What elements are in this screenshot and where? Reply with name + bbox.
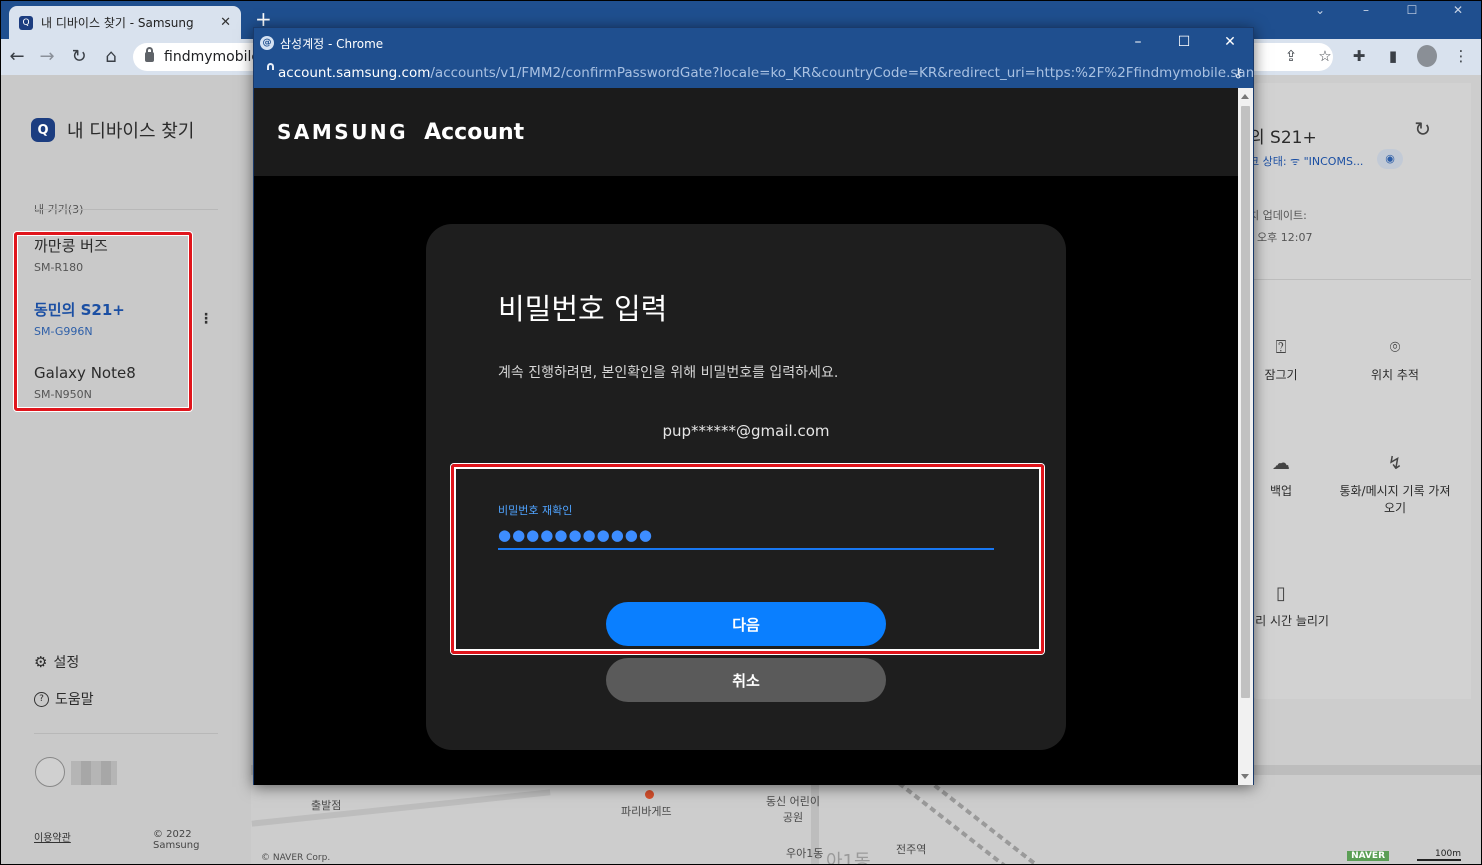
address-text: findmymobile bbox=[164, 49, 260, 65]
samsung-account-page: SAMSUNG Account 비밀번호 입력 계속 진행하려면, 본인확인을 … bbox=[254, 88, 1238, 785]
account-wordmark: Account bbox=[424, 120, 525, 145]
map-district-label: 아1동 bbox=[826, 851, 871, 864]
divider bbox=[34, 733, 218, 734]
user-name-blurred bbox=[71, 761, 117, 785]
device-title: 의 S21+ bbox=[1249, 128, 1317, 148]
close-icon[interactable]: ✕ bbox=[1435, 1, 1481, 23]
map-pin-icon bbox=[645, 790, 654, 799]
popup-window-controls: – ☐ ✕ bbox=[1115, 28, 1253, 58]
page-title: 비밀번호 입력 bbox=[498, 292, 668, 326]
close-icon[interactable]: ✕ bbox=[1207, 28, 1253, 58]
map-attribution: © NAVER Corp. bbox=[261, 853, 331, 863]
retrieve-calls-action[interactable]: ↯ 통화/메시지 기록 가져오기 bbox=[1335, 453, 1455, 516]
map-place-label: 파리바게뜨 bbox=[621, 805, 672, 818]
maximize-icon[interactable]: ☐ bbox=[1389, 1, 1435, 23]
user-avatar[interactable] bbox=[35, 757, 65, 787]
password-key-icon[interactable]: ⚷ bbox=[1233, 66, 1243, 81]
profile-avatar[interactable] bbox=[1417, 45, 1437, 67]
app-brand: Q 내 디바이스 찾기 bbox=[31, 117, 194, 143]
forward-arrow-icon[interactable]: → bbox=[35, 45, 59, 69]
map-place-label: 전주역 bbox=[896, 843, 927, 856]
map-road bbox=[251, 789, 551, 827]
minimize-icon[interactable]: – bbox=[1115, 28, 1161, 58]
refresh-icon[interactable]: ↻ bbox=[1414, 117, 1431, 141]
browser-window-controls: ⌄ – ☐ ✕ bbox=[1297, 1, 1481, 23]
url-host: account.samsung.com bbox=[278, 65, 431, 81]
location-update-label: 치 업데이트: bbox=[1249, 209, 1307, 222]
settings-link[interactable]: ⚙ 설정 bbox=[34, 652, 79, 672]
divider bbox=[1249, 279, 1471, 280]
signal-icon: ◉ bbox=[1377, 149, 1403, 169]
screenshot-frame: Q 내 디바이스 찾기 - Samsung ✕ + ⌄ – ☐ ✕ ← → ↻ … bbox=[1, 1, 1481, 864]
network-status: 크 상태: ᯤ "INCOMS... bbox=[1249, 155, 1364, 168]
find-my-mobile-logo-icon: Q bbox=[31, 118, 55, 142]
extensions-puzzle-icon[interactable]: ✚ bbox=[1349, 47, 1369, 65]
bookmark-star-icon[interactable]: ☆ bbox=[1315, 47, 1335, 65]
track-action-label: 위치 추적 bbox=[1371, 368, 1419, 382]
menu-kebab-icon[interactable]: ⋮ bbox=[1451, 47, 1471, 65]
scroll-thumb[interactable] bbox=[1241, 106, 1250, 698]
popup-window-title: 삼성계정 - Chrome bbox=[280, 36, 384, 51]
minimize-icon[interactable]: – bbox=[1343, 1, 1389, 23]
maximize-icon[interactable]: ☐ bbox=[1161, 28, 1207, 58]
help-question-icon: ? bbox=[34, 691, 49, 707]
lock-icon bbox=[145, 47, 154, 62]
toolbar-actions: ⇪ ☆ ✚ ▮ ⋮ bbox=[1281, 45, 1471, 67]
app-title: 내 디바이스 찾기 bbox=[67, 121, 195, 142]
password-field[interactable] bbox=[498, 522, 994, 550]
tab-title: 내 디바이스 찾기 - Samsung bbox=[41, 16, 194, 30]
scroll-down-icon[interactable] bbox=[1241, 774, 1249, 779]
samsung-account-logo: SAMSUNG Account bbox=[277, 120, 524, 145]
tab-close-icon[interactable]: ✕ bbox=[220, 15, 231, 30]
sidebar: Q 내 디바이스 찾기 내 기기(3) 까만콩 버즈 SM-R180 동민의 S… bbox=[1, 75, 233, 864]
samsung-account-popup-window: @ 삼성계정 - Chrome – ☐ ✕ account.samsung.co… bbox=[253, 27, 1254, 785]
terms-link[interactable]: 이용약관 bbox=[34, 829, 71, 844]
lock-action-label: 잠그기 bbox=[1264, 368, 1298, 382]
gear-icon: ⚙ bbox=[34, 653, 48, 671]
popup-address-bar[interactable]: account.samsung.com/accounts/v1/FMM2/con… bbox=[254, 58, 1253, 88]
divider bbox=[34, 209, 218, 210]
device-list-highlight bbox=[14, 232, 192, 411]
next-button[interactable]: 다음 bbox=[606, 602, 886, 646]
device-more-options-icon[interactable]: ⋮ bbox=[199, 311, 213, 327]
map-place-label: 우아1동 bbox=[786, 847, 824, 860]
browser-tab[interactable]: Q 내 디바이스 찾기 - Samsung ✕ bbox=[9, 6, 241, 39]
home-icon[interactable]: ⌂ bbox=[99, 45, 123, 69]
new-tab-icon[interactable]: + bbox=[255, 9, 272, 29]
settings-label: 설정 bbox=[53, 655, 80, 671]
retrieve-calls-label: 통화/메시지 기록 가져오기 bbox=[1339, 484, 1451, 515]
help-link[interactable]: ? 도움말 bbox=[34, 689, 94, 709]
share-icon[interactable]: ⇪ bbox=[1281, 47, 1301, 65]
samsung-account-favicon: @ bbox=[260, 36, 274, 50]
samsung-wordmark: SAMSUNG bbox=[277, 120, 409, 144]
track-location-action[interactable]: ⌾ 위치 추적 bbox=[1335, 337, 1455, 383]
backup-action-label: 백업 bbox=[1269, 484, 1293, 498]
password-field-label: 비밀번호 재확인 bbox=[498, 504, 573, 517]
samsung-account-header: SAMSUNG Account bbox=[254, 88, 1238, 176]
copyright-text: © 2022 Samsung bbox=[153, 829, 200, 851]
tab-search-icon[interactable]: ⌄ bbox=[1297, 1, 1343, 23]
account-email: pup******@gmail.com bbox=[662, 422, 830, 440]
popup-scrollbar[interactable] bbox=[1238, 88, 1253, 785]
side-panel-icon[interactable]: ▮ bbox=[1383, 47, 1403, 65]
page-description: 계속 진행하려면, 본인확인을 위해 비밀번호를 입력하세요. bbox=[498, 365, 839, 381]
location-pin-icon: ⌾ bbox=[1389, 337, 1401, 358]
map-place-label: 출발점 bbox=[311, 799, 342, 812]
naver-logo: NAVER bbox=[1347, 851, 1389, 861]
back-arrow-icon[interactable]: ← bbox=[5, 45, 29, 69]
cancel-button[interactable]: 취소 bbox=[606, 658, 886, 702]
call-log-icon: ↯ bbox=[1387, 453, 1403, 474]
popup-titlebar: @ 삼성계정 - Chrome – ☐ ✕ bbox=[254, 28, 1253, 58]
location-update-time: 오후 12:07 bbox=[1257, 231, 1313, 244]
map-scale: 100m bbox=[1417, 849, 1461, 861]
map-place-label: 동신 어린이공원 bbox=[765, 795, 821, 824]
password-card: 비밀번호 입력 계속 진행하려면, 본인확인을 위해 비밀번호를 입력하세요. … bbox=[426, 224, 1066, 750]
device-detail-panel: 의 S21+ ↻ 크 상태: ᯤ "INCOMS... ◉ 치 업데이트: 오후… bbox=[1233, 83, 1471, 699]
find-my-mobile-favicon: Q bbox=[19, 15, 33, 30]
help-label: 도움말 bbox=[55, 692, 94, 708]
reload-icon[interactable]: ↻ bbox=[67, 45, 91, 69]
url-path: /accounts/v1/FMM2/confirmPasswordGate?lo… bbox=[430, 65, 1253, 81]
scroll-up-icon[interactable] bbox=[1241, 94, 1249, 99]
